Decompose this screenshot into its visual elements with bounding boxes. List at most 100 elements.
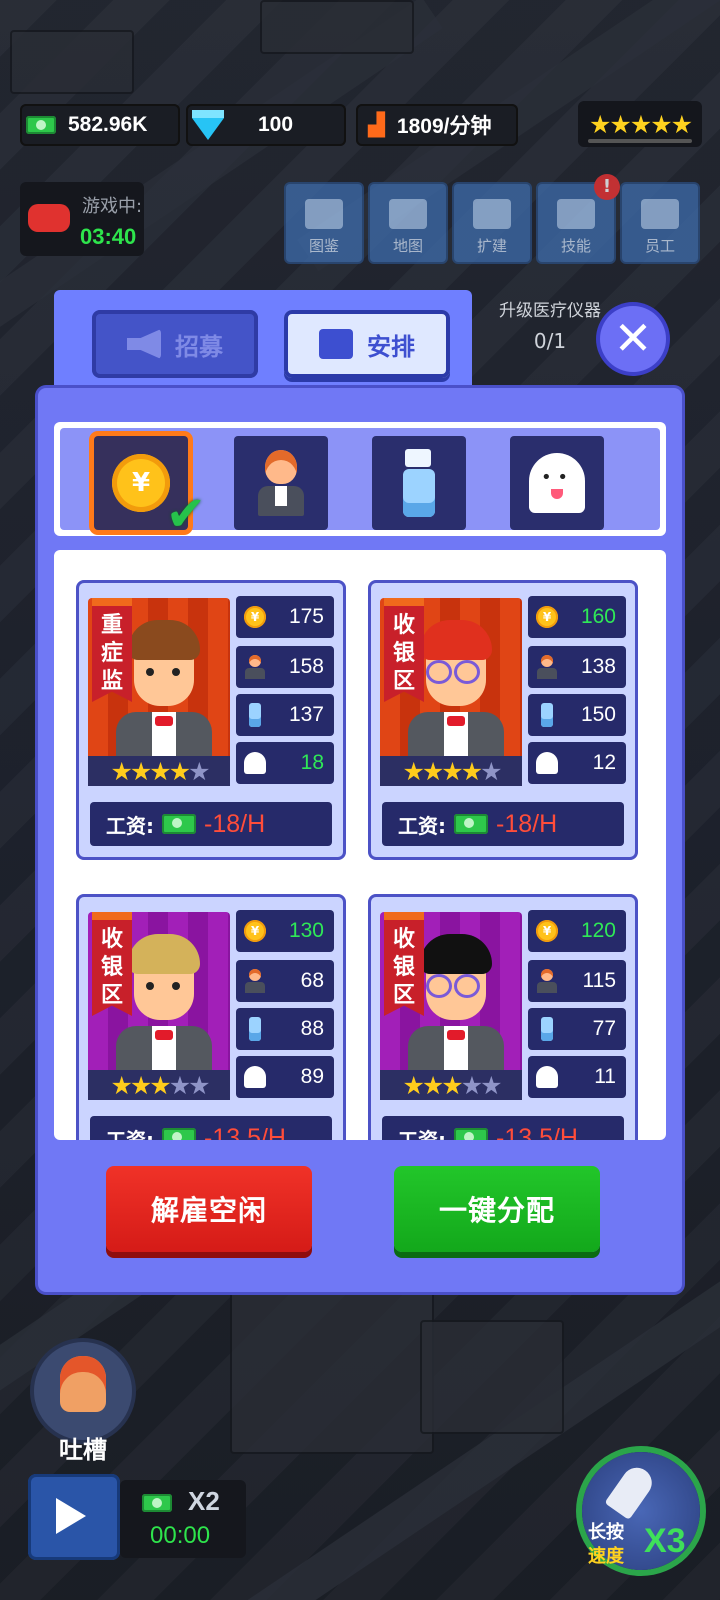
yuan-coin-icon: ¥ [244, 606, 266, 628]
employee-avatar [116, 620, 212, 772]
category-ghost[interactable] [510, 436, 604, 530]
cash-icon [142, 1494, 172, 1512]
watch-video-button[interactable] [28, 1474, 120, 1560]
hospital-rating[interactable]: ★★★★★ [578, 101, 702, 147]
stat-clean-value: 88 [300, 1017, 324, 1040]
employee-avatar [408, 934, 504, 1086]
playing-timer: 游戏中: 03:40 [20, 182, 144, 256]
staff-label: 员工 [644, 237, 675, 255]
ghost-icon [529, 453, 585, 513]
wage-row: 工资: -18/H [382, 802, 624, 846]
auto-assign-button[interactable]: 一键分配 [394, 1166, 600, 1252]
ghost-icon [244, 752, 266, 774]
id-card-icon [305, 199, 343, 229]
gamepad-icon [28, 204, 70, 232]
stat-staff: 68 [236, 960, 334, 1002]
category-staff[interactable] [234, 436, 328, 530]
wage-value: -13.5/H [204, 1123, 286, 1141]
wage-label: 工资: [106, 813, 154, 838]
employee-card[interactable]: 重症监 ★★★★ ★ ¥175 158 137 18 工资: -18/H [76, 580, 346, 860]
rating-progress-bar [588, 139, 692, 143]
stars-empty: ★★ [460, 1070, 503, 1100]
income-rate: ▟ 1809/分钟 [356, 104, 518, 146]
expand-label: 扩建 [476, 237, 507, 255]
stat-cash-value: 130 [288, 919, 324, 942]
staff-button[interactable]: 员工 [620, 182, 700, 264]
diamond-value: 100 [258, 113, 294, 136]
checkmark-icon: ✔ [165, 486, 206, 542]
stat-clean: 77 [528, 1008, 626, 1050]
zone-ribbon: 收银区 [92, 912, 132, 1016]
employee-card[interactable]: 收银区 ★★★★ ★ ¥160 138 150 12 工资: -18/H [368, 580, 638, 860]
category-cash[interactable]: ¥ ✔ [94, 436, 206, 542]
megaphone-icon [127, 329, 161, 359]
employee-stars: ★★★★★ [88, 756, 230, 786]
panel-tab-bar: 招募 安排 [54, 290, 472, 400]
employee-card[interactable]: 收银区 ★★★ ★★ ¥130 68 88 89 工资: -13.5/H [76, 894, 346, 1140]
employee-stars: ★★★★★ [380, 1070, 522, 1100]
complaint-label: 吐槽 [59, 1436, 107, 1464]
cash-value: 582.96K [68, 113, 148, 136]
skills-button[interactable]: 技能 ! [536, 174, 620, 264]
zone-ribbon: 收银区 [384, 598, 424, 702]
stars-empty: ★ [188, 756, 210, 786]
yuan-coin-icon: ¥ [536, 920, 558, 942]
stat-clean-value: 77 [592, 1017, 616, 1040]
staff-icon [258, 450, 304, 516]
map-button[interactable]: 地图 [368, 182, 448, 264]
employee-card[interactable]: 收银区 ★★★ ★★ ¥120 115 77 11 工资: -13.5/H [368, 894, 638, 1140]
spray-bottle-icon [249, 1017, 261, 1041]
employee-list[interactable]: 重症监 ★★★★ ★ ¥175 158 137 18 工资: -18/H 收银区 ★★★★ ★ ¥160… [54, 550, 666, 1140]
income-boost: X2 00:00 [120, 1480, 246, 1558]
wage-value: -18/H [496, 809, 558, 838]
wage-label: 工资: [398, 1127, 446, 1141]
staff-icon [537, 655, 557, 679]
fire-idle-button[interactable]: 解雇空闲 [106, 1166, 312, 1252]
yuan-coin-icon: ¥ [112, 454, 170, 512]
wrench-icon [473, 199, 511, 229]
stars-filled: ★★★★ [402, 756, 483, 786]
ghost-icon [536, 1066, 558, 1088]
employee-stars: ★★★★★ [380, 756, 522, 786]
alert-badge: ! [594, 174, 620, 200]
diamond-icon [192, 110, 224, 140]
staff-icon [245, 655, 265, 679]
stat-cash: ¥160 [528, 596, 626, 638]
close-icon: ✕ [613, 311, 653, 365]
diamond-counter: 100 [186, 104, 346, 146]
staff-icon [245, 969, 265, 993]
stat-cash-value: 175 [288, 605, 324, 628]
stat-cash: ¥120 [528, 910, 626, 952]
map-icon [389, 199, 427, 229]
stat-cash: ¥130 [236, 910, 334, 952]
tab-arrange[interactable]: 安排 [284, 310, 450, 378]
staff-icon [537, 969, 557, 993]
stat-clean-value: 150 [580, 703, 616, 726]
codex-button[interactable]: 图鉴 [284, 182, 364, 264]
stars-empty: ★ [480, 756, 502, 786]
expand-button[interactable]: 扩建 [452, 182, 532, 264]
playing-time: 03:40 [80, 224, 137, 249]
boost-timer: 00:00 [150, 1522, 211, 1549]
cash-icon [162, 1128, 196, 1140]
speed-up-button[interactable]: 长按 速度 X3 [582, 1452, 700, 1570]
stars-filled: ★★★★ [110, 756, 191, 786]
upgrade-task[interactable]: 升级医疗仪器 0/1 [490, 296, 610, 353]
checklist-icon [319, 329, 353, 359]
close-button[interactable]: ✕ [600, 306, 666, 372]
yuan-coin-icon: ¥ [244, 920, 266, 942]
play-icon [56, 1498, 86, 1534]
codex-label: 图鉴 [308, 237, 339, 255]
tab-recruit[interactable]: 招募 [92, 310, 258, 378]
wage-value: -18/H [204, 809, 266, 838]
ghost-icon [244, 1066, 266, 1088]
speed-label: 速度 [588, 1546, 624, 1567]
spray-bottle-icon [403, 449, 435, 517]
stat-clean: 137 [236, 694, 334, 736]
stat-ghost-value: 11 [594, 1065, 616, 1088]
category-cleaning[interactable] [372, 436, 466, 530]
wage-row: 工资: -13.5/H [90, 1116, 332, 1140]
person-icon [641, 199, 679, 229]
stat-ghost: 18 [236, 742, 334, 784]
complaint-button[interactable]: 吐槽 [34, 1342, 132, 1464]
